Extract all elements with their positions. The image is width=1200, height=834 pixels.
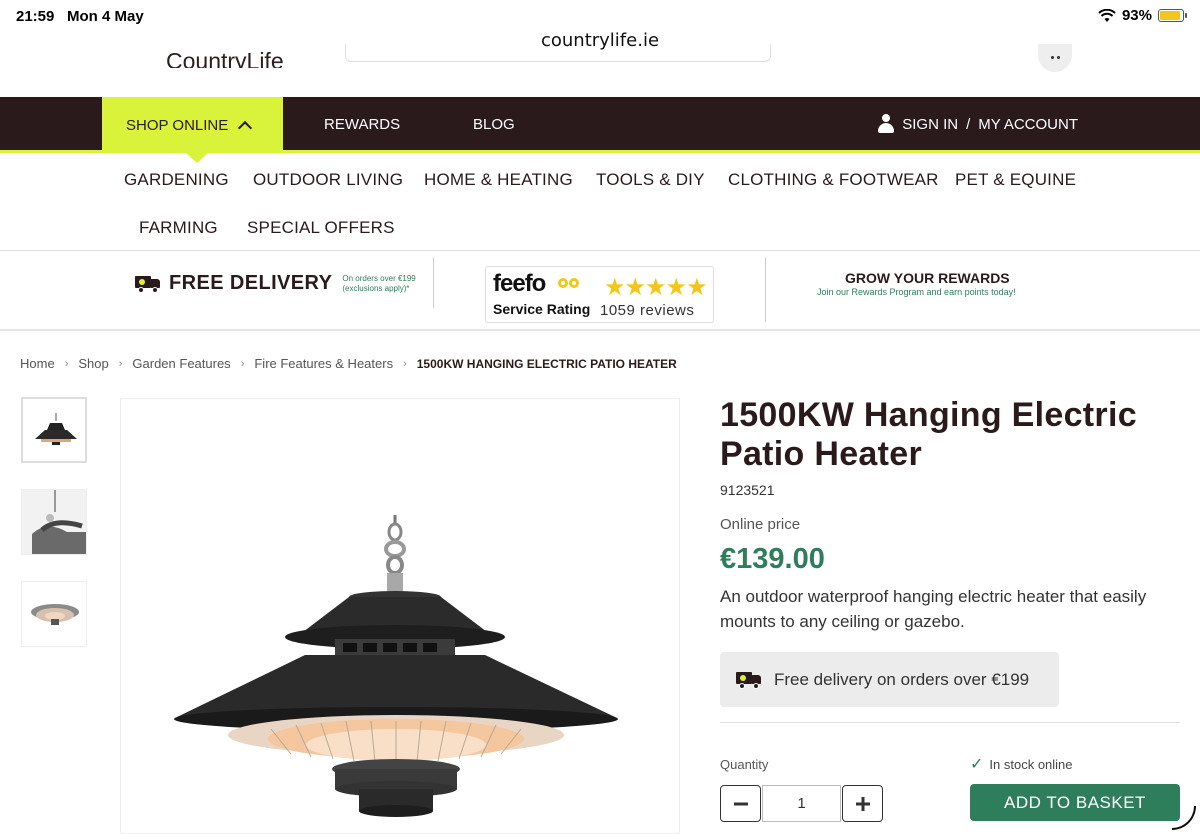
status-time: 21:59 [16,8,55,25]
battery-percent: 93% [1121,7,1152,24]
star-rating-icon: ★★★★★ [604,274,708,301]
battery-icon [1158,9,1187,22]
breadcrumb-shop[interactable]: Shop [78,356,108,371]
feefo-review-count: 1059 reviews [600,302,695,319]
category-outdoor-living[interactable]: OUTDOOR LIVING [253,170,403,190]
stock-label: In stock online [989,756,1073,772]
product-title: 1500KW Hanging Electric Patio Heater [720,396,1137,473]
more-icon[interactable] [1038,44,1072,72]
site-logo[interactable]: CountryLife [166,46,284,68]
free-delivery-note: On orders over €199 (exclusions apply)* [342,273,416,293]
breadcrumb-fire-features[interactable]: Fire Features & Heaters [254,356,393,371]
user-icon [878,114,895,134]
wifi-icon [1098,8,1116,23]
rewards-title[interactable]: GROW YOUR REWARDS [845,270,1010,286]
account-separator: / [966,115,971,133]
nav-blog[interactable]: BLOG [473,116,515,133]
product-sku: 9123521 [720,482,775,498]
product-image[interactable] [120,398,680,834]
free-delivery-title: FREE DELIVERY [169,272,333,294]
chevron-right-icon: › [118,357,123,370]
product-price: €139.00 [720,543,825,575]
product-thumbnail-2[interactable] [21,489,87,555]
loading-spinner-icon [1172,806,1196,830]
feefo-rating-widget[interactable]: feefo Service Rating ★★★★★ 1059 reviews [485,266,714,323]
category-pet-equine[interactable]: PET & EQUINE [955,170,1076,190]
delivery-info-box: Free delivery on orders over €199 [720,652,1059,707]
check-icon: ✓ [970,756,984,773]
divider [720,722,1180,723]
quantity-label: Quantity [720,757,769,772]
rewards-subtitle: Join our Rewards Program and earn points… [817,287,1016,297]
nav-rewards[interactable]: REWARDS [324,116,400,133]
feefo-logo: feefo [493,270,546,297]
status-date: Mon 4 May [67,8,144,25]
feefo-label: Service Rating [493,301,591,317]
add-to-basket-button[interactable]: ADD TO BASKET [970,784,1180,821]
quantity-input[interactable] [762,785,841,822]
product-thumbnail-3[interactable] [21,581,87,647]
quantity-decrease-button[interactable] [720,785,761,822]
chevron-right-icon: › [403,357,407,370]
breadcrumb-garden-features[interactable]: Garden Features [132,356,230,371]
price-label: Online price [720,516,801,533]
divider [765,258,766,322]
category-clothing-footwear[interactable]: CLOTHING & FOOTWEAR [728,170,939,190]
breadcrumb: Home › Shop › Garden Features › Fire Fea… [20,356,677,371]
main-nav: SHOP ONLINE REWARDS BLOG SIGN IN / MY AC… [0,97,1200,163]
category-farming[interactable]: FARMING [139,218,218,238]
divider [0,250,1200,251]
shop-online-label: SHOP ONLINE [126,116,229,134]
delivery-truck-icon [135,275,163,293]
status-indicators: 93% [1098,7,1187,24]
chevron-right-icon: › [240,357,245,370]
category-special-offers[interactable]: SPECIAL OFFERS [247,218,395,238]
breadcrumb-current: 1500KW HANGING ELECTRIC PATIO HEATER [416,356,677,371]
category-home-heating[interactable]: HOME & HEATING [424,170,573,190]
my-account-label: MY ACCOUNT [978,115,1078,133]
product-description: An outdoor waterproof hanging electric h… [720,587,1147,631]
quantity-increase-button[interactable] [842,785,883,822]
sign-in-label: SIGN IN [902,115,959,133]
product-thumbnail-1[interactable] [21,397,87,463]
search-input[interactable] [345,44,771,62]
divider [0,329,1200,331]
feefo-logo-icon [558,275,582,288]
chevron-right-icon: › [64,357,69,370]
divider [433,258,434,308]
free-delivery-promo[interactable]: FREE DELIVERY On orders over €199 (exclus… [135,272,416,295]
category-gardening[interactable]: GARDENING [124,170,229,190]
delivery-truck-icon [736,671,764,689]
stock-status: ✓ In stock online [970,754,1073,774]
delivery-note: Free delivery on orders over €199 [774,669,1030,689]
chevron-up-icon [238,120,253,136]
category-tools-diy[interactable]: TOOLS & DIY [596,170,705,190]
shop-online-button[interactable]: SHOP ONLINE [102,97,283,163]
status-bar: 21:59 Mon 4 May 93% [0,0,1200,32]
account-link[interactable]: SIGN IN / MY ACCOUNT [878,114,1078,134]
breadcrumb-home[interactable]: Home [20,356,55,371]
